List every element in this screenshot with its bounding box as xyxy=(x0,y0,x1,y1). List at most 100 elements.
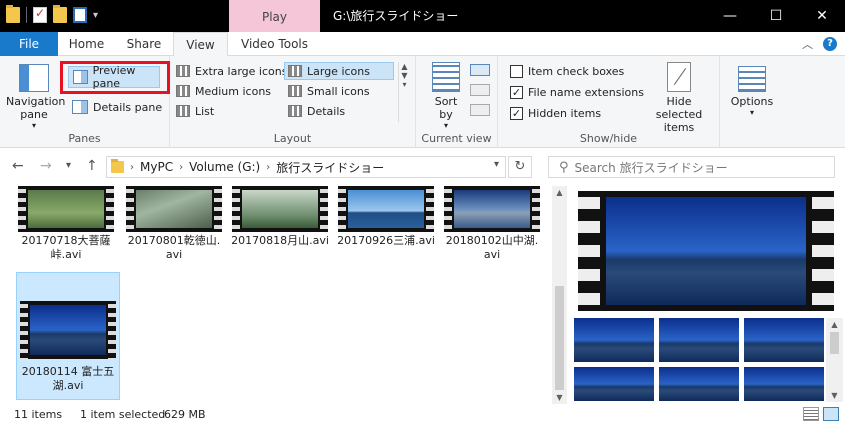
customize-dropdown-icon[interactable]: ▾ xyxy=(93,10,98,21)
layout-small-icons[interactable]: Small icons xyxy=(288,82,370,100)
window-controls: — ☐ ✕ xyxy=(707,0,845,32)
chevron-down-icon: ▾ xyxy=(31,121,36,130)
search-icon: ⚲ xyxy=(559,159,569,175)
chevron-right-icon[interactable]: › xyxy=(266,162,270,173)
forward-arrow-icon[interactable]: → xyxy=(40,158,52,174)
file-list[interactable]: 20170718大菩薩 峠.avi 20170801乾徳山. avi 20170… xyxy=(0,186,560,404)
file-list-scrollbar[interactable]: ▲ ▼ xyxy=(552,186,567,404)
thumbnail-image xyxy=(30,305,106,355)
details-pane-button[interactable]: Details pane xyxy=(72,98,162,116)
layout-extra-large-icons[interactable]: Extra large icons xyxy=(176,62,287,80)
hidden-items-checkbox[interactable]: ✓ xyxy=(510,106,523,120)
window-icon[interactable] xyxy=(73,7,87,23)
tab-home[interactable]: Home xyxy=(58,32,115,56)
item-check-boxes-checkbox[interactable] xyxy=(510,64,523,78)
sort-by-button[interactable]: Sort by ▾ xyxy=(426,62,466,130)
up-arrow-icon[interactable]: ↑ xyxy=(86,158,98,174)
layout-large-icons[interactable]: Large icons xyxy=(284,62,394,80)
file-item-selected[interactable]: 20180114 富士五 湖.avi xyxy=(16,272,120,400)
scroll-down-icon[interactable]: ▼ xyxy=(826,391,843,400)
thumbnail-image xyxy=(348,190,424,228)
new-folder-icon[interactable] xyxy=(53,5,67,23)
navigation-pane-icon xyxy=(19,64,49,92)
details-view-icon[interactable] xyxy=(803,407,819,421)
window-title: G:\旅行スライドショー xyxy=(333,9,459,23)
preview-scrollbar[interactable]: ▲ ▼ xyxy=(826,318,843,402)
tab-file[interactable]: File xyxy=(0,32,58,56)
file-item[interactable]: 20170718大菩薩 峠.avi xyxy=(14,186,118,262)
details-icon xyxy=(288,105,302,117)
navigation-pane-button[interactable]: Navigation pane ▾ xyxy=(6,64,65,130)
hidden-items-option[interactable]: ✓ Hidden items xyxy=(510,104,601,122)
file-item[interactable]: 20170801乾徳山. avi xyxy=(122,186,226,262)
address-dropdown-icon[interactable]: ▾ xyxy=(494,159,499,170)
ribbon: Navigation pane ▾ Preview pane Details p… xyxy=(0,56,845,148)
layout-item-label: Details xyxy=(307,104,346,118)
sort-icon xyxy=(432,62,460,92)
layout-medium-icons[interactable]: Medium icons xyxy=(176,82,271,100)
video-thumbnail xyxy=(20,301,116,359)
extra-large-icons-icon xyxy=(176,65,190,77)
file-item[interactable]: 20170818月山.avi xyxy=(228,186,332,248)
minimize-button[interactable]: — xyxy=(707,0,753,32)
thumbnail-image xyxy=(28,190,104,228)
refresh-button[interactable]: ↻ xyxy=(508,156,532,178)
search-placeholder: Search 旅行スライドショー xyxy=(574,160,728,175)
search-input[interactable]: ⚲ Search 旅行スライドショー xyxy=(548,156,835,178)
file-item[interactable]: 20180102山中湖. avi xyxy=(440,186,544,262)
breadcrumb-volume[interactable]: Volume (G:) xyxy=(189,160,260,174)
file-item[interactable]: 20170926三浦.avi xyxy=(334,186,438,248)
scroll-up-icon[interactable]: ▲ xyxy=(552,188,567,197)
tab-view[interactable]: View xyxy=(173,32,228,57)
close-button[interactable]: ✕ xyxy=(799,0,845,32)
address-bar[interactable]: › MyPC › Volume (G:) › 旅行スライドショー ▾ xyxy=(106,156,506,178)
item-count: 11 items xyxy=(14,408,63,421)
options-icon xyxy=(738,66,766,92)
layout-item-label: Small icons xyxy=(307,84,370,98)
layout-details[interactable]: Details xyxy=(288,102,345,120)
file-name: 20170818月山.avi xyxy=(231,234,329,247)
size-columns-icon[interactable] xyxy=(470,104,490,116)
chevron-right-icon[interactable]: › xyxy=(130,162,134,173)
details-pane-label: Details pane xyxy=(93,100,163,114)
medium-icons-icon xyxy=(176,85,190,97)
large-icons-view-icon[interactable] xyxy=(823,407,839,421)
minimize-ribbon-icon[interactable]: ︿ xyxy=(802,36,813,52)
properties-check-icon[interactable] xyxy=(33,6,47,23)
thumbnail-image xyxy=(136,190,212,228)
layout-list[interactable]: List xyxy=(176,102,214,120)
group-by-icon[interactable] xyxy=(470,64,490,76)
file-name-extensions-label: File name extensions xyxy=(528,85,644,99)
details-pane-icon xyxy=(72,100,88,114)
preview-video-frame[interactable] xyxy=(578,191,834,311)
maximize-button[interactable]: ☐ xyxy=(753,0,799,32)
scroll-up-icon[interactable]: ▲ xyxy=(826,320,843,329)
scroll-thumb[interactable] xyxy=(830,332,839,354)
hide-selected-items-button[interactable]: Hide selected items xyxy=(642,62,716,134)
file-name-extensions-checkbox[interactable]: ✓ xyxy=(510,85,523,99)
breadcrumb-mypc[interactable]: MyPC xyxy=(140,160,173,174)
hide-selected-items-icon xyxy=(667,62,691,92)
tab-share[interactable]: Share xyxy=(115,32,173,56)
thumbnail-image xyxy=(454,190,530,228)
layout-gallery-scroll[interactable]: ▲ ▼ ▾ xyxy=(398,62,410,122)
options-button[interactable]: Options ▾ xyxy=(726,66,778,117)
add-columns-icon[interactable] xyxy=(470,84,490,96)
recent-locations-icon[interactable]: ▾ xyxy=(66,160,71,171)
video-thumbnail xyxy=(126,186,222,232)
play-context-tab[interactable]: Play xyxy=(229,0,320,32)
selection-count: 1 item selected xyxy=(80,408,166,421)
back-arrow-icon[interactable]: ← xyxy=(12,158,24,174)
item-check-boxes-option[interactable]: Item check boxes xyxy=(510,62,624,80)
file-name-extensions-option[interactable]: ✓ File name extensions xyxy=(510,83,644,101)
tab-video-tools[interactable]: Video Tools xyxy=(229,32,320,56)
breadcrumb-folder[interactable]: 旅行スライドショー xyxy=(276,159,384,176)
chevron-right-icon[interactable]: › xyxy=(179,162,183,173)
large-icons-icon xyxy=(288,65,302,77)
scroll-thumb[interactable] xyxy=(555,286,564,390)
scroll-down-icon[interactable]: ▼ xyxy=(552,393,567,402)
help-icon[interactable]: ? xyxy=(823,37,837,51)
folder-icon xyxy=(6,5,20,23)
file-name: 20170926三浦.avi xyxy=(337,234,435,247)
status-bar: 11 items 1 item selected 629 MB xyxy=(0,404,845,426)
